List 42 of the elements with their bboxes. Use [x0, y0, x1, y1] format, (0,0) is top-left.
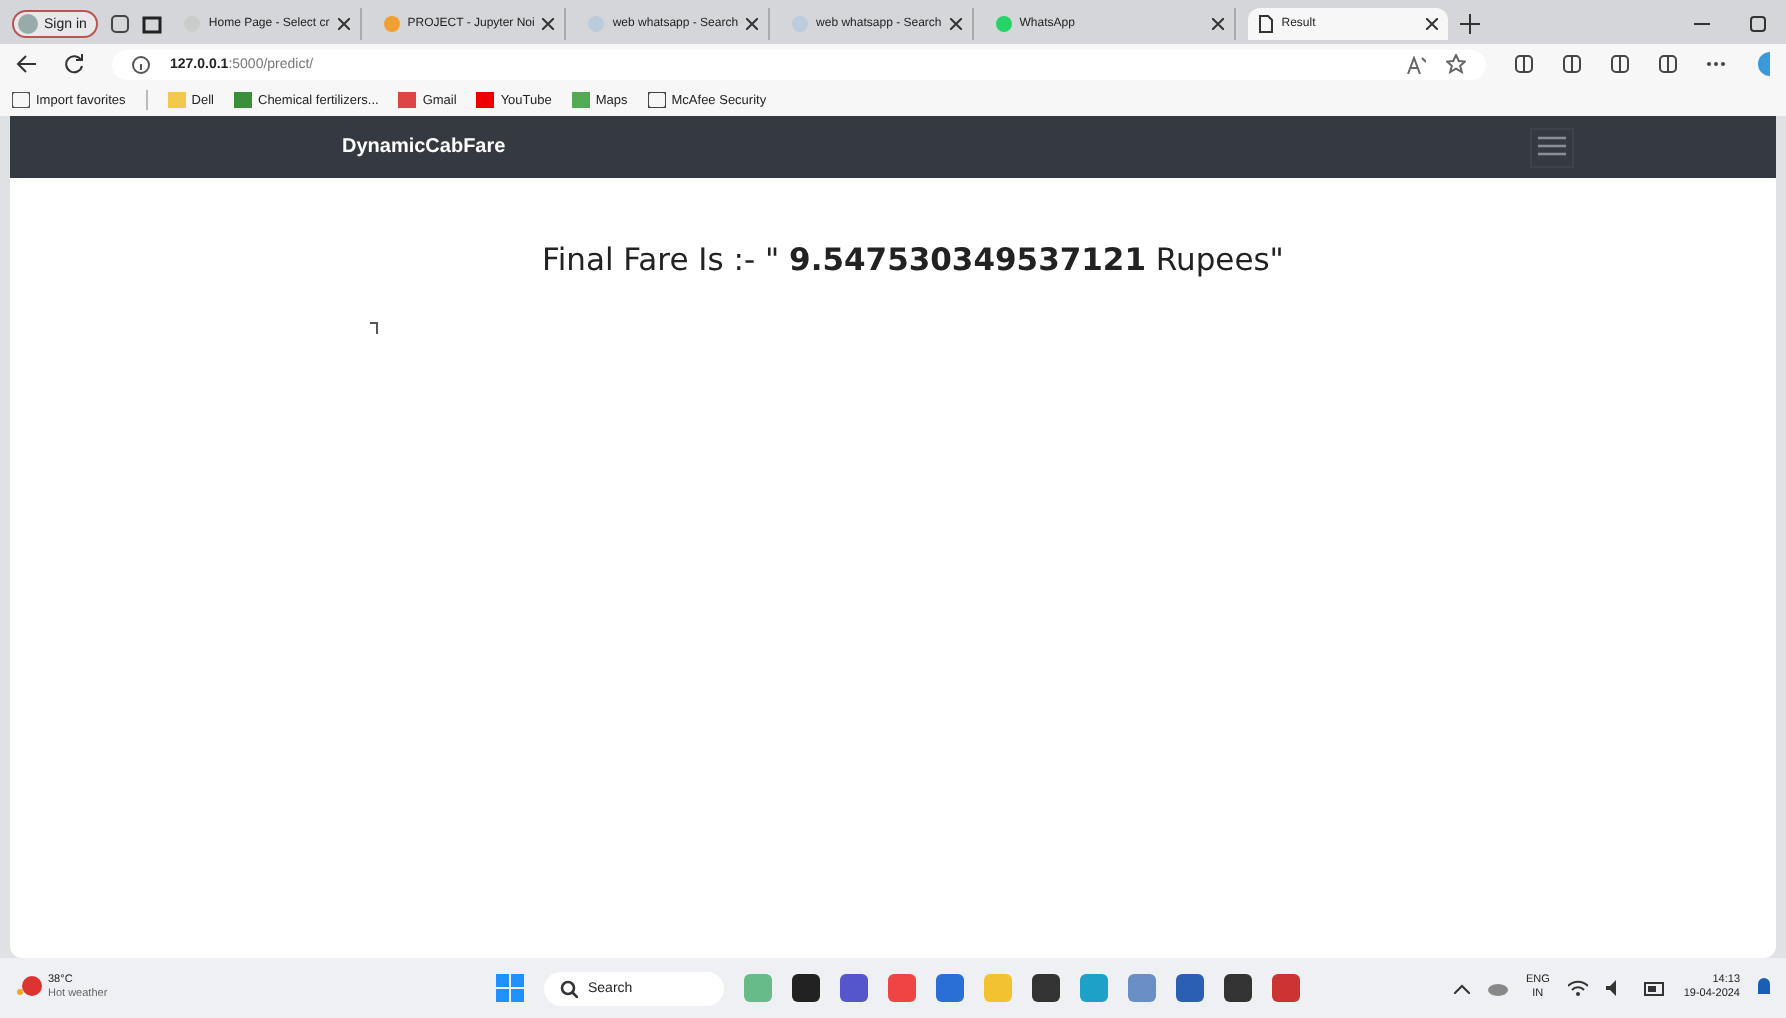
- bookmark-icon: [647, 92, 666, 108]
- close-icon[interactable]: [542, 18, 555, 30]
- brand-link[interactable]: DynamicCabFare: [342, 136, 506, 158]
- close-icon[interactable]: [949, 18, 962, 30]
- menu-icon[interactable]: [1537, 135, 1566, 155]
- start-icon[interactable]: [496, 974, 524, 1002]
- cloud-icon[interactable]: [1487, 980, 1508, 996]
- close-icon[interactable]: [1211, 18, 1224, 30]
- search-icon: [560, 979, 578, 997]
- tab-favicon-icon: [995, 16, 1012, 32]
- bookmark-icon: [12, 92, 30, 108]
- refresh-icon[interactable]: [64, 54, 84, 74]
- notification-icon[interactable]: [1758, 978, 1770, 998]
- avatar-icon: [18, 14, 38, 34]
- result-heading: Final Fare Is :- " 9.547530349537121 Rupees": [540, 242, 1284, 278]
- maximize-icon[interactable]: [1750, 16, 1766, 32]
- page-icon: [1257, 14, 1274, 34]
- split-screen-icon[interactable]: [1514, 54, 1534, 74]
- tab-favicon-icon: [588, 16, 605, 32]
- tab-favicon-icon: [383, 16, 400, 32]
- cursor-icon: [370, 322, 378, 334]
- bookmark-icon: [167, 92, 186, 108]
- chevron-up-icon[interactable]: [1453, 983, 1470, 993]
- battery-icon[interactable]: [1643, 981, 1666, 995]
- tab-favicon-icon: [792, 16, 809, 32]
- info-icon: [132, 55, 150, 73]
- weather-alert-icon: [16, 974, 44, 1002]
- back-icon[interactable]: [16, 54, 36, 74]
- close-icon[interactable]: [337, 18, 350, 30]
- more-icon[interactable]: [1706, 60, 1726, 68]
- read-aloud-icon[interactable]: [1406, 55, 1426, 73]
- tab-actions-icon[interactable]: [142, 14, 163, 34]
- bookmark-icon: [571, 92, 590, 108]
- workspaces-icon[interactable]: [110, 14, 131, 34]
- close-icon[interactable]: [746, 18, 759, 30]
- bookmark-icon: [398, 92, 417, 108]
- bookmark-icon: [476, 92, 495, 108]
- bookmark-icon: [234, 92, 252, 108]
- close-icon[interactable]: [1425, 18, 1438, 30]
- star-icon[interactable]: [1446, 54, 1466, 74]
- new-tab-icon[interactable]: [1459, 14, 1480, 34]
- wifi-icon[interactable]: [1567, 980, 1588, 996]
